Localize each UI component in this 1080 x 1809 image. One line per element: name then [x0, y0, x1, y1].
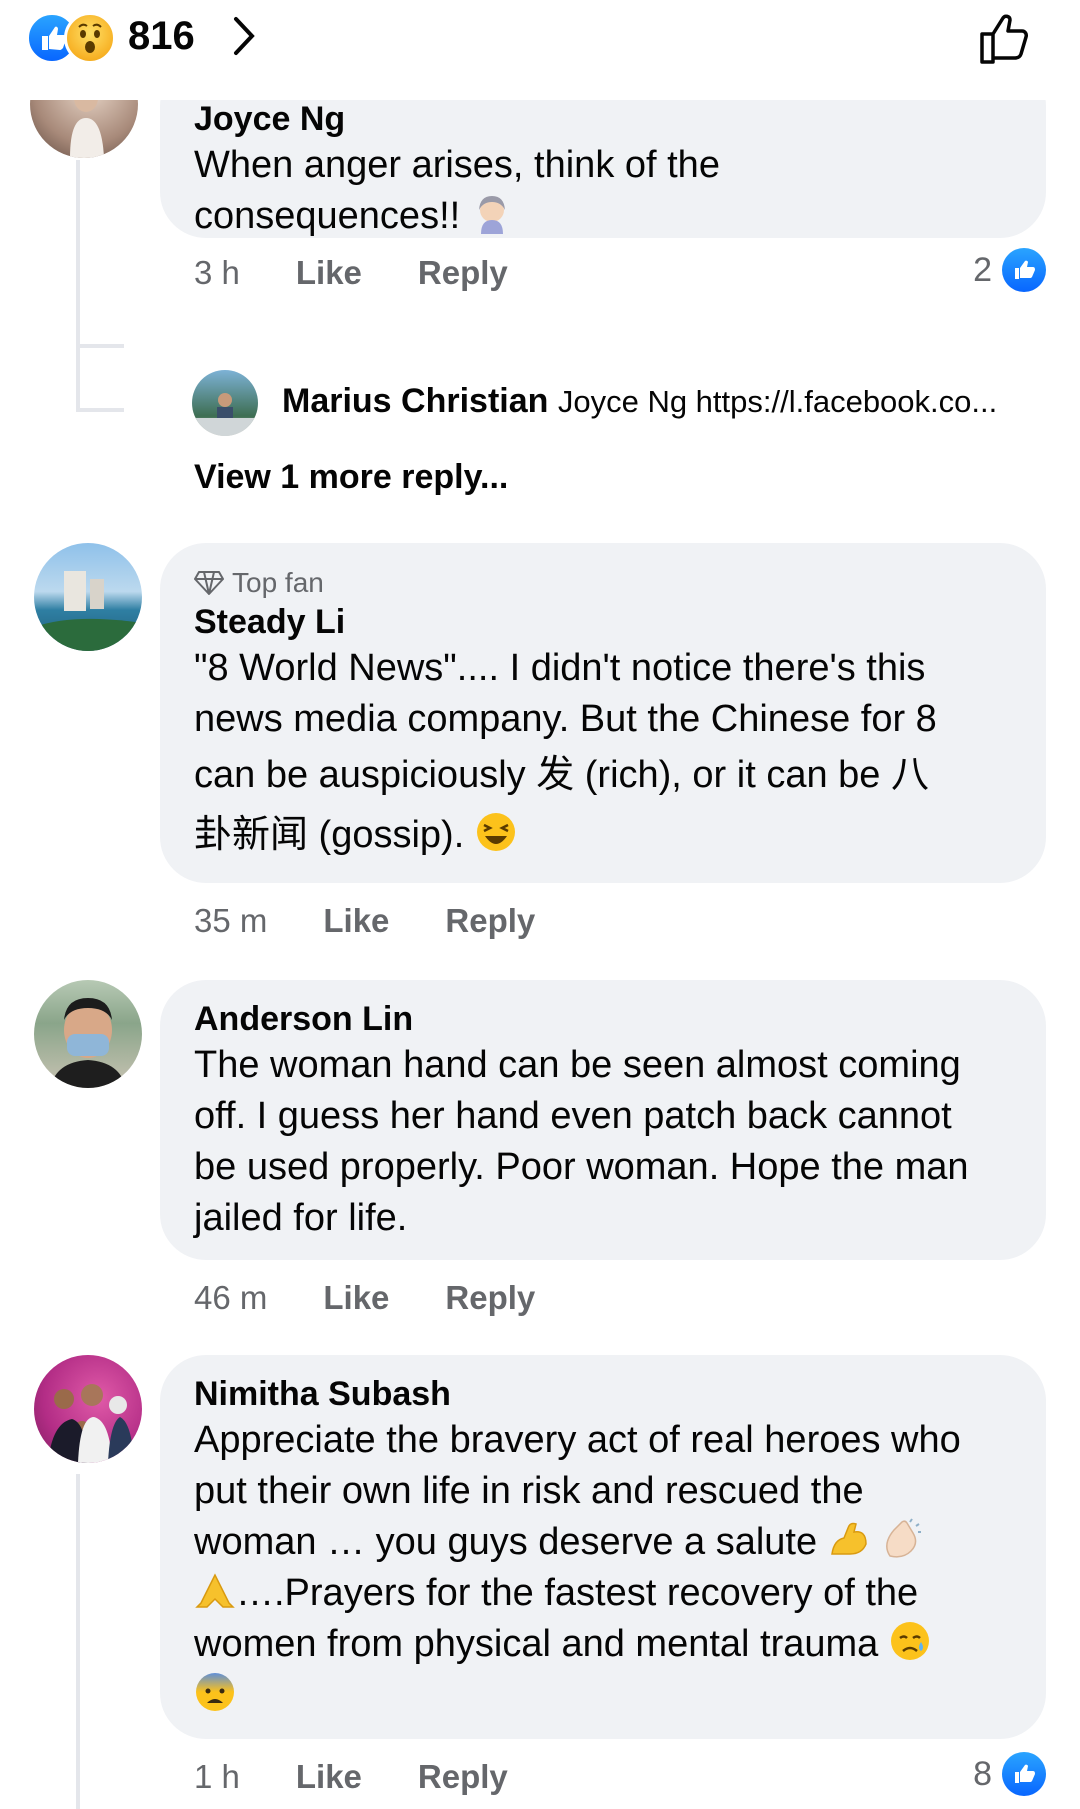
comment-time: 3 h [194, 254, 240, 291]
thread-branch [76, 344, 124, 350]
comment-author[interactable]: Anderson Lin [194, 998, 1012, 1040]
comment-text-line: off. I guess her hand even patch back ca… [194, 1095, 952, 1137]
comment-like-count[interactable]: 8 [973, 1752, 1046, 1796]
comment-time: 46 m [194, 1279, 268, 1316]
comment-text-line: news media company. But the Chinese for … [194, 698, 937, 740]
like-button[interactable]: Like [296, 1758, 362, 1796]
avatar-steady-li[interactable] [34, 543, 142, 651]
thread-line [76, 160, 80, 410]
like-button[interactable]: Like [323, 902, 389, 940]
comment-actions: 35 m Like Reply [194, 902, 535, 940]
reply-button[interactable]: Reply [445, 1279, 535, 1317]
comment-bubble[interactable]: Anderson Lin The woman hand can be seen … [160, 980, 1046, 1260]
reactions-bar: 816 [0, 0, 1080, 100]
reply-preview[interactable]: Marius Christian Joyce Ng https://l.face… [282, 382, 997, 421]
comment-text-line: women from physical and mental trauma [194, 1623, 879, 1665]
comment-time: 35 m [194, 902, 268, 939]
avatar-anderson-lin[interactable] [34, 980, 142, 1088]
comment-text-line: put their own life in risk and rescued t… [194, 1470, 864, 1512]
reply-author[interactable]: Marius Christian [282, 382, 548, 420]
like-count-value: 2 [973, 250, 992, 289]
facepalm-woman-icon [478, 196, 505, 234]
diamond-icon [194, 571, 224, 595]
comment-text-line: ….Prayers for the fastest recovery of th… [236, 1572, 919, 1614]
clapping-hands-icon [886, 1518, 922, 1558]
avatar-marius-christian[interactable] [192, 370, 258, 436]
comment-text-line: "8 World News".... I didn't notice there… [194, 647, 926, 689]
like-count-value: 8 [973, 1754, 992, 1793]
comment-text-line: The woman hand can be seen almost coming [194, 1044, 961, 1086]
comment-author[interactable]: Joyce Ng [194, 98, 1012, 140]
thread-branch [76, 408, 124, 414]
comment-author[interactable]: Steady Li [194, 601, 1012, 643]
comment-text-line: 卦新闻 (gossip). [194, 814, 465, 856]
comment-time: 1 h [194, 1758, 240, 1795]
view-more-replies-link[interactable]: View 1 more reply... [194, 458, 508, 497]
reply-button[interactable]: Reply [418, 1758, 508, 1796]
folded-hands-icon [195, 1573, 235, 1608]
comment-like-count[interactable]: 2 [973, 248, 1046, 292]
comment-text-line: be used properly. Poor woman. Hope the m… [194, 1146, 969, 1188]
flexed-biceps-icon [830, 1522, 867, 1555]
comment-bubble[interactable]: Top fan Steady Li "8 World News".... I d… [160, 543, 1046, 883]
sad-relieved-face-icon [890, 1622, 929, 1660]
reply-button[interactable]: Reply [418, 254, 508, 292]
chevron-right-icon[interactable] [232, 16, 256, 61]
comment-text-line: woman … you guys deserve a salute [194, 1521, 818, 1563]
reaction-count[interactable]: 816 [128, 14, 195, 59]
like-outline-icon[interactable] [976, 8, 1036, 73]
comment-actions: 1 h Like Reply [194, 1758, 508, 1796]
laughing-face-icon [476, 813, 515, 851]
avatar-nimitha-subash[interactable] [34, 1355, 142, 1463]
like-badge-icon [1002, 1752, 1046, 1796]
wow-reaction-icon [64, 12, 116, 64]
comment-author[interactable]: Nimitha Subash [194, 1373, 1012, 1415]
comment-actions: 3 h Like Reply [194, 254, 508, 292]
comment-text-line: When anger arises, think of the [194, 144, 720, 186]
anxious-sweat-face-icon [196, 1673, 234, 1711]
comment-text-line: jailed for life. [194, 1197, 408, 1239]
thread-line [76, 1474, 80, 1809]
badge-label: Top fan [232, 567, 324, 598]
comment-bubble[interactable]: Nimitha Subash Appreciate the bravery ac… [160, 1355, 1046, 1739]
comment-text-line: Appreciate the bravery act of real heroe… [194, 1419, 961, 1461]
top-fan-badge: Top fan [194, 565, 1012, 601]
like-button[interactable]: Like [323, 1279, 389, 1317]
like-badge-icon [1002, 248, 1046, 292]
like-button[interactable]: Like [296, 254, 362, 292]
reply-button[interactable]: Reply [445, 902, 535, 940]
comment-text-line: consequences!! [194, 195, 461, 237]
comment-text-line: can be auspiciously 发 (rich), or it can … [194, 754, 929, 796]
reply-text: Joyce Ng https://l.facebook.co... [557, 384, 998, 419]
comment-actions: 46 m Like Reply [194, 1279, 535, 1317]
